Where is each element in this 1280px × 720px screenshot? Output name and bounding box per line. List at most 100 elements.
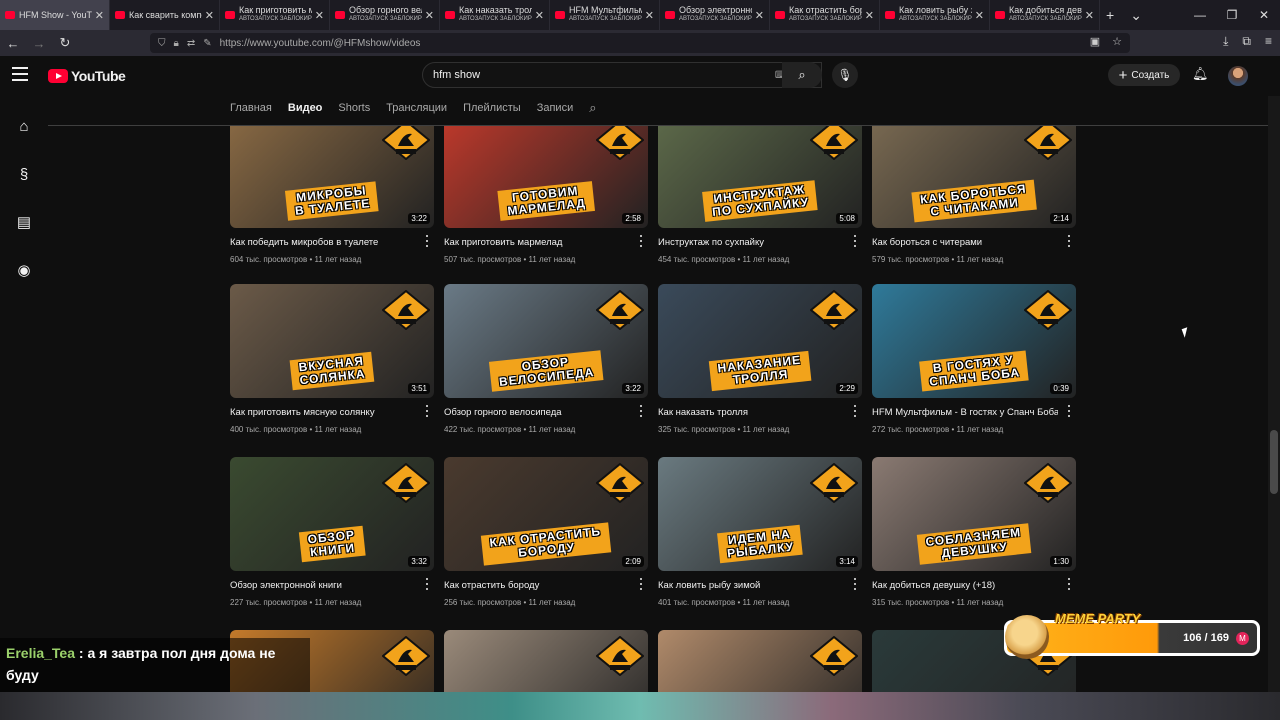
page-scrollbar[interactable] bbox=[1268, 96, 1280, 692]
video-card[interactable]: ГОТОВИМ МАРМЕЛАД 2:58 Как приготовить мар… bbox=[444, 126, 648, 264]
video-title[interactable]: Инструктаж по сухпайку bbox=[658, 237, 844, 248]
url-text[interactable]: https://www.youtube.com/@HFMshow/videos bbox=[220, 38, 421, 49]
video-title[interactable]: Как добиться девушку (+18) bbox=[872, 580, 1058, 591]
video-thumbnail[interactable]: КАК БОРОТЬСЯ С ЧИТАКАМИ 2:14 bbox=[872, 126, 1076, 228]
video-card[interactable]: КАК БОРОТЬСЯ С ЧИТАКАМИ 2:14 Как бороться… bbox=[872, 126, 1076, 264]
minimize-icon[interactable]: — bbox=[1184, 8, 1216, 22]
create-button[interactable]: + Создать bbox=[1108, 64, 1180, 86]
video-card[interactable]: СОБЛАЗНЯЕМ ДЕВУШКУ 1:30 Как добиться деву… bbox=[872, 457, 1076, 607]
video-title[interactable]: Как ловить рыбу зимой bbox=[658, 580, 844, 591]
video-thumbnail[interactable] bbox=[444, 630, 648, 692]
video-title[interactable]: Как наказать тролля bbox=[658, 407, 844, 418]
more-options-icon[interactable] bbox=[850, 577, 860, 591]
more-options-icon[interactable] bbox=[1064, 577, 1074, 591]
close-tab-icon[interactable]: ✕ bbox=[535, 9, 544, 22]
lock-icon[interactable]: 🔒︎ bbox=[174, 38, 179, 49]
tab-list-icon[interactable]: ⌄ bbox=[1130, 7, 1142, 24]
video-card[interactable]: ИНСТРУКТАЖ ПО СУХПАЙКУ 5:08 Инструктаж по… bbox=[658, 126, 862, 264]
video-card[interactable]: ИДЕМ НА РЫБАЛКУ 3:14 Как ловить рыбу зимо… bbox=[658, 457, 862, 607]
browser-tab[interactable]: Как отрастить боро АВТОЗАПУСК ЗАБЛОКИР ✕ bbox=[770, 0, 880, 30]
video-card[interactable]: В ГОСТЯХ У СПАНЧ БОБА 0:39 HFM Мультфильм… bbox=[872, 284, 1076, 434]
video-thumbnail[interactable]: ГОТОВИМ МАРМЕЛАД 2:58 bbox=[444, 126, 648, 228]
more-options-icon[interactable] bbox=[422, 404, 432, 418]
video-thumbnail[interactable]: ИДЕМ НА РЫБАЛКУ 3:14 bbox=[658, 457, 862, 571]
video-thumbnail[interactable]: СОБЛАЗНЯЕМ ДЕВУШКУ 1:30 bbox=[872, 457, 1076, 571]
subscriptions-icon[interactable]: ▤ bbox=[0, 198, 48, 246]
video-thumbnail[interactable]: ОБЗОР ВЕЛОСИПЕДА 3:22 bbox=[444, 284, 648, 398]
browser-tab[interactable]: HFM Мультфильм -АВТОЗАПУСК ЗАБЛОКИР ✕ bbox=[550, 0, 660, 30]
video-thumbnail[interactable] bbox=[658, 630, 862, 692]
more-options-icon[interactable] bbox=[422, 577, 432, 591]
restore-icon[interactable]: ❐ bbox=[1216, 8, 1248, 22]
browser-tab[interactable]: Как ловить рыбу зи АВТОЗАПУСК ЗАБЛОКИР ✕ bbox=[880, 0, 990, 30]
more-options-icon[interactable] bbox=[636, 577, 646, 591]
video-title[interactable]: Как приготовить мармелад bbox=[444, 237, 630, 248]
video-card[interactable]: МИКРОБЫ В ТУАЛЕТЕ 3:22 Как победить микро… bbox=[230, 126, 434, 264]
new-tab-icon[interactable]: + bbox=[1106, 7, 1114, 23]
close-tab-icon[interactable]: ✕ bbox=[95, 9, 104, 22]
browser-tab[interactable]: Обзор горного вел АВТОЗАПУСК ЗАБЛОКИР ✕ bbox=[330, 0, 440, 30]
close-tab-icon[interactable]: ✕ bbox=[1085, 9, 1094, 22]
close-tab-icon[interactable]: ✕ bbox=[645, 9, 654, 22]
more-options-icon[interactable] bbox=[636, 404, 646, 418]
video-thumbnail[interactable]: КАК ОТРАСТИТЬ БОРОДУ 2:09 bbox=[444, 457, 648, 571]
close-tab-icon[interactable]: ✕ bbox=[755, 9, 764, 22]
you-icon[interactable]: ◉ bbox=[0, 246, 48, 294]
channel-tab[interactable]: Главная bbox=[230, 102, 272, 114]
video-thumbnail[interactable]: ИНСТРУКТАЖ ПО СУХПАЙКУ 5:08 bbox=[658, 126, 862, 228]
video-thumbnail[interactable]: МИКРОБЫ В ТУАЛЕТЕ 3:22 bbox=[230, 126, 434, 228]
video-card[interactable]: ОБЗОР ВЕЛОСИПЕДА 3:22 Обзор горного велос… bbox=[444, 284, 648, 434]
channel-tab[interactable]: Плейлисты bbox=[463, 102, 521, 114]
video-title[interactable]: HFM Мультфильм - В гостях у Спанч Боба bbox=[872, 407, 1058, 418]
video-thumbnail[interactable]: НАКАЗАНИЕ ТРОЛЛЯ 2:29 bbox=[658, 284, 862, 398]
video-title[interactable]: Как отрастить бороду bbox=[444, 580, 630, 591]
video-card[interactable]: КАК ОТРАСТИТЬ БОРОДУ 2:09 Как отрастить б… bbox=[444, 457, 648, 607]
channel-search-icon[interactable]: ⌕ bbox=[589, 100, 596, 116]
picture-icon[interactable]: ▣ bbox=[1090, 35, 1100, 48]
video-title[interactable]: Как приготовить мясную солянку bbox=[230, 407, 416, 418]
more-options-icon[interactable] bbox=[1064, 404, 1074, 418]
browser-tab[interactable]: Как приготовить ма АВТОЗАПУСК ЗАБЛОКИР ✕ bbox=[220, 0, 330, 30]
scrollbar-thumb[interactable] bbox=[1270, 430, 1278, 494]
more-options-icon[interactable] bbox=[1064, 234, 1074, 248]
more-options-icon[interactable] bbox=[850, 404, 860, 418]
avatar[interactable] bbox=[1228, 66, 1248, 86]
video-title[interactable]: Обзор горного велосипеда bbox=[444, 407, 630, 418]
close-tab-icon[interactable]: ✕ bbox=[865, 9, 874, 22]
address-bar[interactable]: ⛉ 🔒︎ ⇄ ✎ https://www.youtube.com/@HFMsho… bbox=[150, 33, 1130, 53]
channel-tab[interactable]: Записи bbox=[537, 102, 574, 114]
channel-tab[interactable]: Трансляции bbox=[386, 102, 447, 114]
voice-search-button[interactable]: 🎙︎ bbox=[832, 62, 858, 88]
video-card[interactable]: НАКАЗАНИЕ ТРОЛЛЯ 2:29 Как наказать тролля… bbox=[658, 284, 862, 434]
video-card[interactable]: ВКУСНАЯ СОЛЯНКА 3:51 Как приготовить мясн… bbox=[230, 284, 434, 434]
forward-icon[interactable]: → bbox=[26, 36, 52, 51]
browser-tab[interactable]: Как сварить компот ✕ bbox=[110, 0, 220, 30]
search-button[interactable]: ⌕ bbox=[782, 62, 822, 88]
video-card[interactable] bbox=[444, 630, 648, 692]
back-icon[interactable]: ← bbox=[0, 36, 26, 51]
more-options-icon[interactable] bbox=[636, 234, 646, 248]
channel-tab[interactable]: Shorts bbox=[338, 102, 370, 114]
close-tab-icon[interactable]: ✕ bbox=[975, 9, 984, 22]
close-tab-icon[interactable]: ✕ bbox=[425, 9, 434, 22]
channel-tab[interactable]: Видео bbox=[288, 102, 323, 114]
shield-icon[interactable]: ⛉ bbox=[158, 38, 166, 49]
menu-icon[interactable] bbox=[12, 67, 28, 81]
video-thumbnail[interactable]: ОБЗОР КНИГИ 3:32 bbox=[230, 457, 434, 571]
video-thumbnail[interactable]: ВКУСНАЯ СОЛЯНКА 3:51 bbox=[230, 284, 434, 398]
video-title[interactable]: Как победить микробов в туалете bbox=[230, 237, 416, 248]
close-window-icon[interactable]: ✕ bbox=[1248, 8, 1280, 22]
video-thumbnail[interactable]: В ГОСТЯХ У СПАНЧ БОБА 0:39 bbox=[872, 284, 1076, 398]
permissions-icon[interactable]: ⇄ bbox=[187, 38, 195, 49]
video-title[interactable]: Как бороться с читерами bbox=[872, 237, 1058, 248]
extensions-icon[interactable]: ⧉ bbox=[1242, 34, 1251, 49]
close-tab-icon[interactable]: ✕ bbox=[315, 9, 324, 22]
browser-tab[interactable]: HFM Show - YouTube ✕ bbox=[0, 0, 110, 30]
video-title[interactable]: Обзор электронной книги bbox=[230, 580, 416, 591]
search-box[interactable]: hfm show ⌨ ✕ bbox=[422, 62, 822, 88]
video-card[interactable] bbox=[658, 630, 862, 692]
video-card[interactable]: ОБЗОР КНИГИ 3:32 Обзор электронной книги … bbox=[230, 457, 434, 607]
notifications-bell-icon[interactable]: 🔔︎ bbox=[1192, 66, 1209, 82]
edit-icon[interactable]: ✎ bbox=[203, 38, 211, 49]
browser-tab[interactable]: Как добиться девушАВТОЗАПУСК ЗАБЛОКИР ✕ bbox=[990, 0, 1100, 30]
